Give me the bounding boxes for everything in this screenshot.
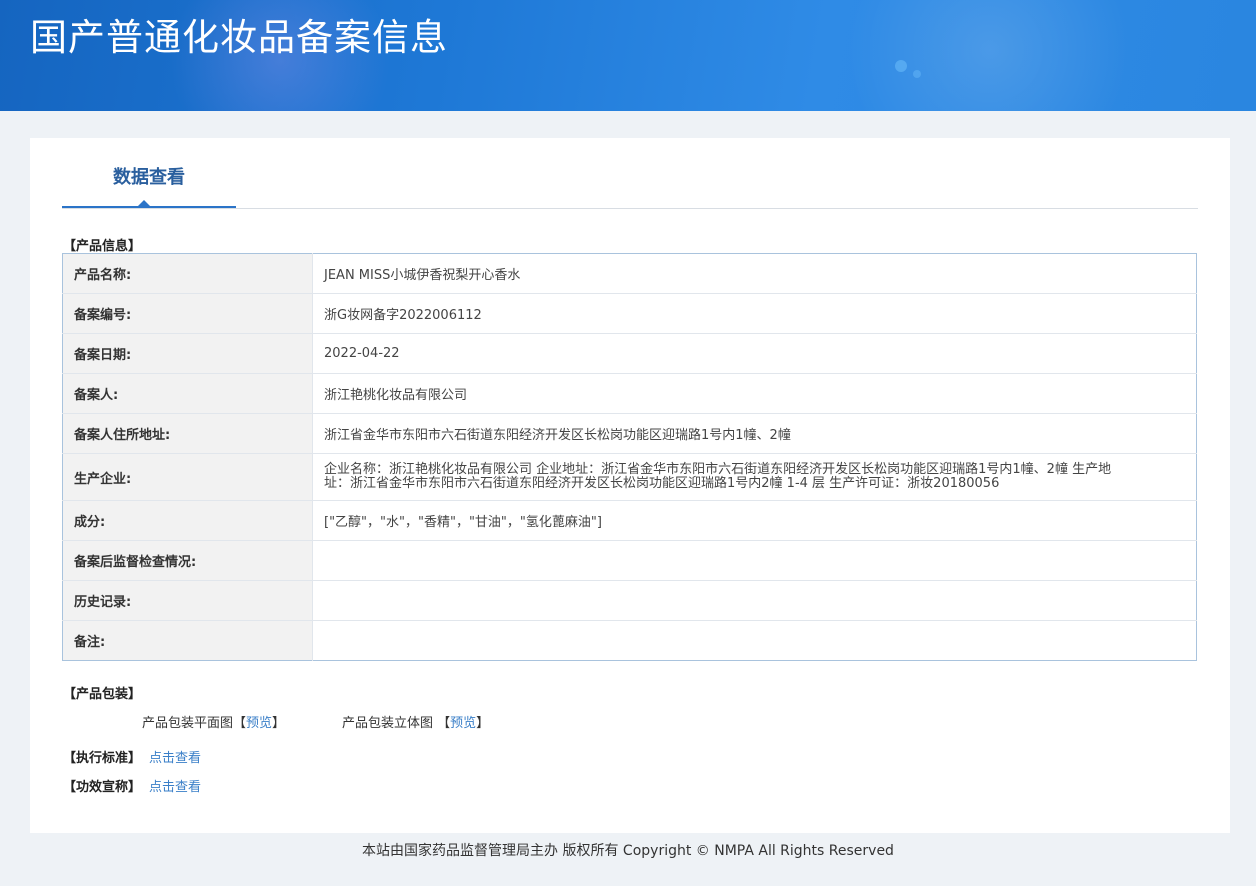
row-value: 浙江省金华市东阳市六石街道东阳经济开发区长松岗功能区迎瑞路1号内1幢、2幢: [312, 413, 1197, 454]
row-value: [312, 580, 1197, 621]
efficacy-label: 【功效宣称】: [63, 780, 142, 795]
product-info-heading: 【产品信息】: [63, 239, 142, 254]
packaging-solid-row: 产品包装立体图 【预览】: [342, 712, 489, 731]
standards-label: 【执行标准】: [63, 751, 142, 766]
banner-dot: [913, 70, 921, 78]
row-label: 备案编号:: [62, 293, 313, 334]
packaging-heading: 【产品包装】: [63, 687, 142, 702]
table-row: 备案日期: 2022-04-22: [62, 333, 1197, 374]
row-label: 备案人:: [62, 373, 313, 414]
table-row: 备案人住所地址: 浙江省金华市东阳市六石街道东阳经济开发区长松岗功能区迎瑞路1号…: [62, 413, 1197, 454]
row-label: 产品名称:: [62, 253, 313, 294]
tab-bar: 数据查看: [62, 138, 1198, 209]
row-label: 备案后监督检查情况:: [62, 540, 313, 581]
bracket: 【: [233, 716, 247, 731]
row-value: [312, 540, 1197, 581]
row-label: 备案日期:: [62, 333, 313, 374]
header-banner: 国产普通化妆品备案信息: [0, 0, 1256, 111]
table-row: 备案人: 浙江艳桃化妆品有限公司: [62, 373, 1197, 414]
preview-flat-link[interactable]: 预览: [246, 716, 272, 731]
packaging-flat-label: 产品包装平面图: [142, 716, 234, 731]
row-value: 浙G妆网备字2022006112: [312, 293, 1197, 334]
bracket: 【: [437, 716, 451, 731]
banner-glow: [820, 0, 1160, 111]
tab-indicator-caret: [138, 200, 150, 206]
table-row: 历史记录:: [62, 580, 1197, 621]
packaging-solid-label: 产品包装立体图: [342, 716, 438, 731]
row-label: 成分:: [62, 500, 313, 541]
product-info-table: 产品名称: JEAN MISS小城伊香祝梨开心香水 备案编号: 浙G妆网备字20…: [62, 253, 1197, 661]
content-card: 数据查看 【产品信息】 产品名称: JEAN MISS小城伊香祝梨开心香水 备案…: [30, 138, 1230, 833]
table-row: 产品名称: JEAN MISS小城伊香祝梨开心香水: [62, 253, 1197, 294]
row-value: JEAN MISS小城伊香祝梨开心香水: [324, 268, 521, 283]
row-label: 备案人住所地址:: [62, 413, 313, 454]
row-label: 历史记录:: [62, 580, 313, 621]
table-row: 备案编号: 浙G妆网备字2022006112: [62, 293, 1197, 334]
packaging-flat-row: 产品包装平面图【预览】: [142, 712, 285, 731]
row-label: 备注:: [62, 620, 313, 661]
efficacy-view-link[interactable]: 点击查看: [149, 780, 201, 795]
standards-view-link[interactable]: 点击查看: [149, 751, 201, 766]
efficacy-row: 【功效宣称】 点击查看: [63, 776, 201, 795]
row-label: 生产企业:: [62, 453, 313, 501]
table-row: 备注:: [62, 620, 1197, 661]
row-value: ["乙醇"，"水"，"香精"，"甘油"，"氢化蓖麻油"]: [312, 500, 1197, 541]
row-value: 2022-04-22: [312, 333, 1197, 374]
tab-data-view[interactable]: 数据查看: [62, 138, 236, 208]
row-value: 浙江艳桃化妆品有限公司: [312, 373, 1197, 414]
footer-copyright: 本站由国家药品监督管理局主办 版权所有 Copyright © NMPA All…: [362, 843, 894, 859]
row-value: [312, 620, 1197, 661]
standards-row: 【执行标准】 点击查看: [63, 747, 201, 766]
bracket: 】: [476, 716, 490, 731]
row-value: 企业名称：浙江艳桃化妆品有限公司 企业地址：浙江省金华市东阳市六石街道东阳经济开…: [312, 453, 1197, 501]
banner-dot: [895, 60, 907, 72]
table-row: 成分: ["乙醇"，"水"，"香精"，"甘油"，"氢化蓖麻油"]: [62, 500, 1197, 541]
page-title: 国产普通化妆品备案信息: [30, 16, 448, 59]
table-row: 生产企业: 企业名称：浙江艳桃化妆品有限公司 企业地址：浙江省金华市东阳市六石街…: [62, 453, 1197, 501]
bracket: 】: [272, 716, 286, 731]
preview-solid-link[interactable]: 预览: [450, 716, 476, 731]
table-row: 备案后监督检查情况:: [62, 540, 1197, 581]
